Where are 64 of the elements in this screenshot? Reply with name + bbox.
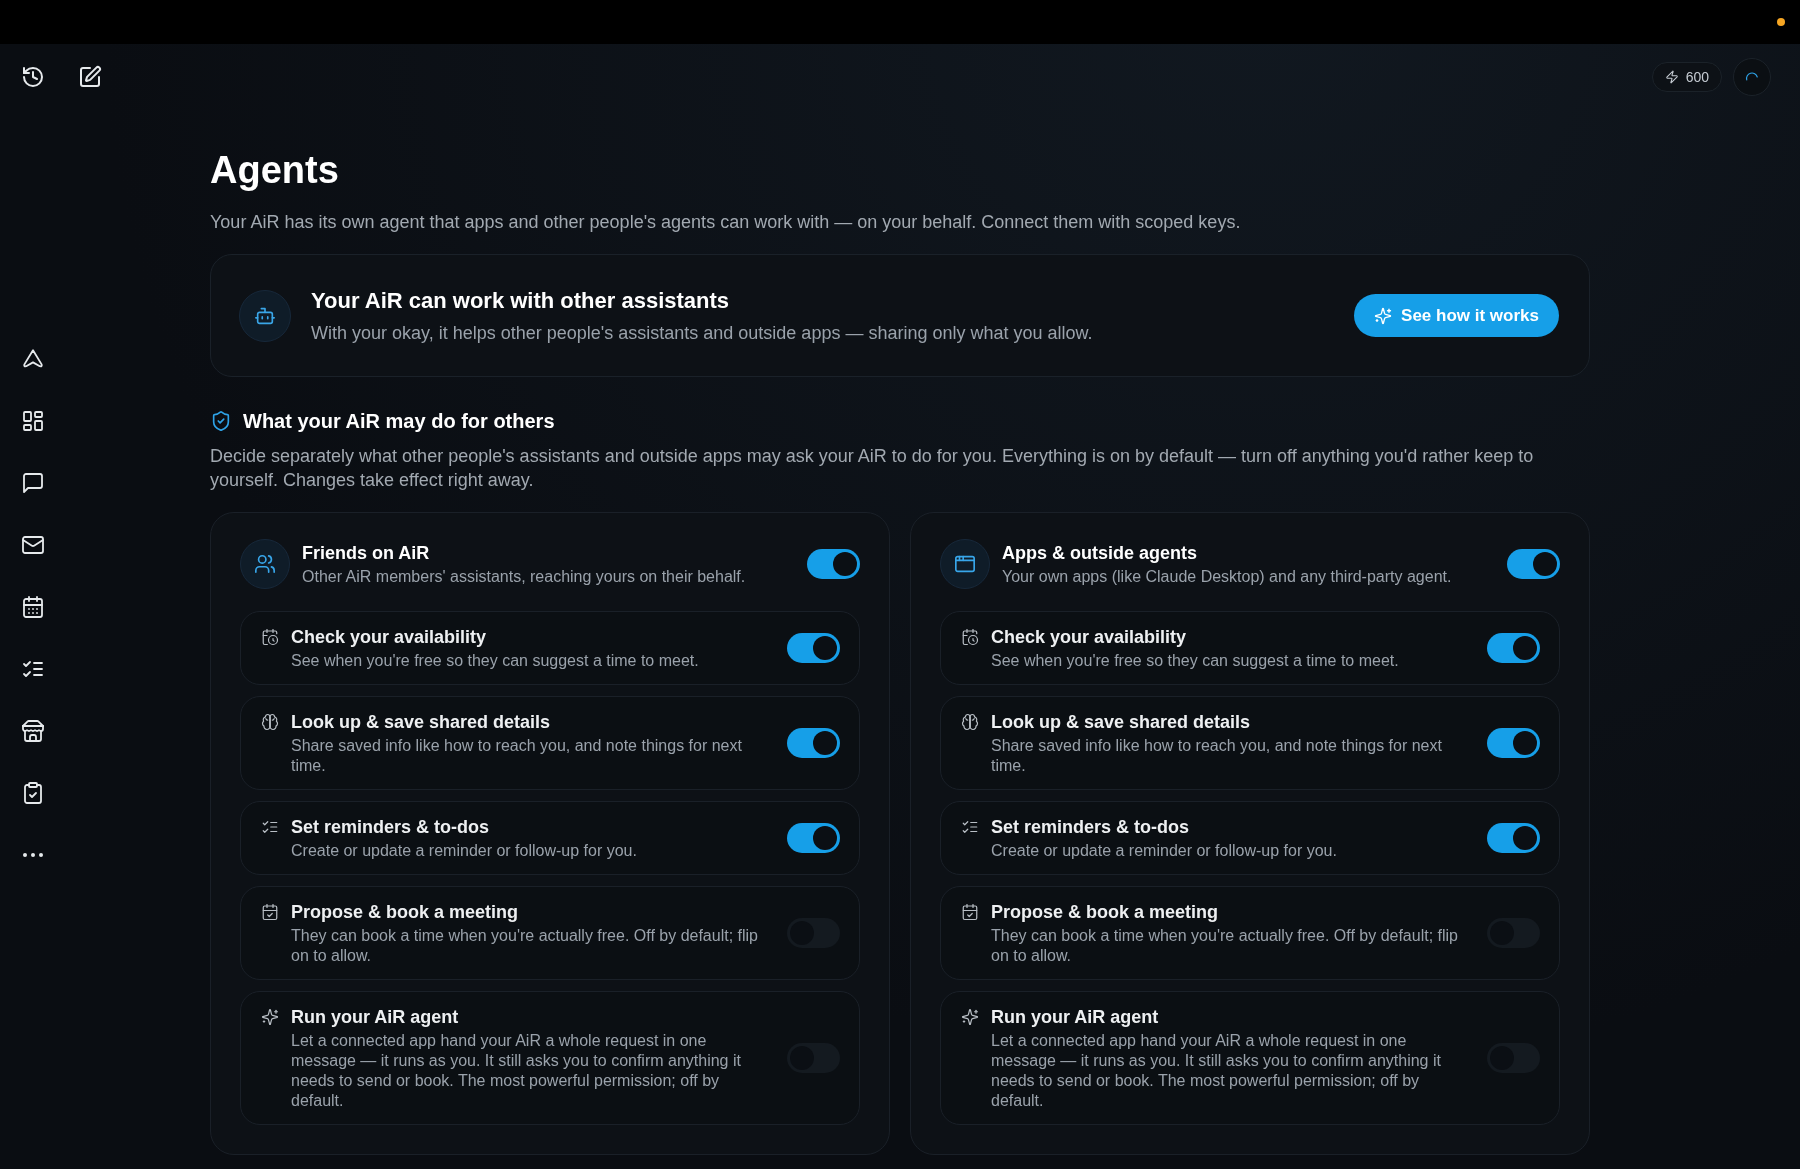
permission-description: Share saved info like how to reach you, and note things for next time. — [291, 736, 743, 776]
sparkles-icon — [1374, 306, 1393, 325]
edit-icon[interactable] — [78, 65, 102, 89]
page-title: Agents — [210, 148, 340, 193]
permission-title: Look up & save shared details — [991, 711, 1252, 734]
permission-title: Check your availability — [991, 626, 1188, 649]
clipboard-check-icon[interactable] — [21, 781, 45, 805]
permission-title: Set reminders & to-dos — [291, 816, 491, 839]
app-window-icon — [940, 539, 990, 589]
permission-title: Propose & book a meeting — [991, 901, 1220, 924]
toggle-switch[interactable] — [1507, 549, 1560, 579]
checklist-icon — [961, 818, 979, 836]
permission-title: Run your AiR agent — [291, 1006, 460, 1029]
permission-description: Let a connected app hand your AiR a whole request in one message — it runs as you. It still asks you to confirm anything it needs to send or book. The most powerful permission; off by default. — [991, 1031, 1442, 1111]
checklist-icon — [261, 818, 279, 836]
brain-icon — [961, 713, 979, 731]
shield-check-icon — [210, 410, 232, 432]
toggle-switch[interactable] — [787, 728, 840, 758]
sparkles-icon — [961, 1008, 979, 1026]
dashboard-icon[interactable] — [21, 409, 45, 433]
calendar-check-icon — [261, 903, 279, 921]
page-subtitle: Your AiR has its own agent that apps and other people's agents can work with — on your behalf. Connect them with scoped keys. — [210, 211, 1242, 234]
mail-icon[interactable] — [21, 533, 45, 557]
section-title: What your AiR may do for others — [243, 409, 555, 434]
permission-description: See when you're free so they can suggest a time to meet. — [991, 651, 1400, 671]
group-title: Friends on AiR — [302, 542, 431, 565]
banner-title: Your AiR can work with other assistants — [311, 287, 731, 315]
toggle-switch[interactable] — [787, 633, 840, 663]
calendar-check-icon — [961, 903, 979, 921]
permission-description: Share saved info like how to reach you, and note things for next time. — [991, 736, 1443, 776]
history-icon[interactable] — [21, 65, 45, 89]
sparkles-icon — [261, 1008, 279, 1026]
section-description: Decide separately what other people's assistants and outside apps may ask your AiR to do for you. Everything is on by default — turn off anything you'd rather keep to yourself. Changes take effect right away. — [210, 445, 1535, 492]
brain-icon — [261, 713, 279, 731]
permission-description: Create or update a reminder or follow-up for you. — [291, 841, 638, 861]
permission-title: Check your availability — [291, 626, 488, 649]
lightning-icon — [1664, 70, 1679, 84]
toggle-switch[interactable] — [807, 549, 860, 579]
toggle-switch[interactable] — [1487, 633, 1540, 663]
permission-description: Let a connected app hand your AiR a whole request in one message — it runs as you. It still asks you to confirm anything it needs to send or book. The most powerful permission; off by default. — [291, 1031, 742, 1111]
users-icon — [240, 539, 290, 589]
spinner-icon — [1745, 70, 1759, 84]
toggle-switch[interactable] — [1487, 823, 1540, 853]
permission-title: Set reminders & to-dos — [991, 816, 1191, 839]
group-description: Your own apps (like Claude Desktop) and any third-party agent. — [1002, 567, 1453, 587]
group-description: Other AiR members' assistants, reaching yours on their behalf. — [302, 567, 747, 587]
calendar-icon[interactable] — [21, 595, 45, 619]
how-it-works-button[interactable]: See how it works — [1354, 294, 1559, 337]
store-icon[interactable] — [21, 719, 45, 743]
permission-description: They can book a time when you're actually free. Off by default; flip on to allow. — [291, 926, 759, 966]
permission-title: Look up & save shared details — [291, 711, 552, 734]
toggle-switch[interactable] — [787, 823, 840, 853]
credits-count: 600 — [1685, 68, 1709, 86]
permission-title: Propose & book a meeting — [291, 901, 520, 924]
chat-bubble-icon[interactable] — [21, 471, 45, 495]
permission-description: Create or update a reminder or follow-up for you. — [991, 841, 1338, 861]
permission-title: Run your AiR agent — [991, 1006, 1160, 1029]
permission-description: They can book a time when you're actually free. Off by default; flip on to allow. — [991, 926, 1459, 966]
calendar-clock-icon — [261, 628, 279, 646]
group-title: Apps & outside agents — [1002, 542, 1199, 565]
calendar-clock-icon — [961, 628, 979, 646]
banner-text: With your okay, it helps other people's assistants and outside apps — sharing only what you allow. — [311, 322, 1094, 345]
toggle-switch[interactable] — [1487, 728, 1540, 758]
permission-description: See when you're free so they can suggest a time to meet. — [291, 651, 700, 671]
